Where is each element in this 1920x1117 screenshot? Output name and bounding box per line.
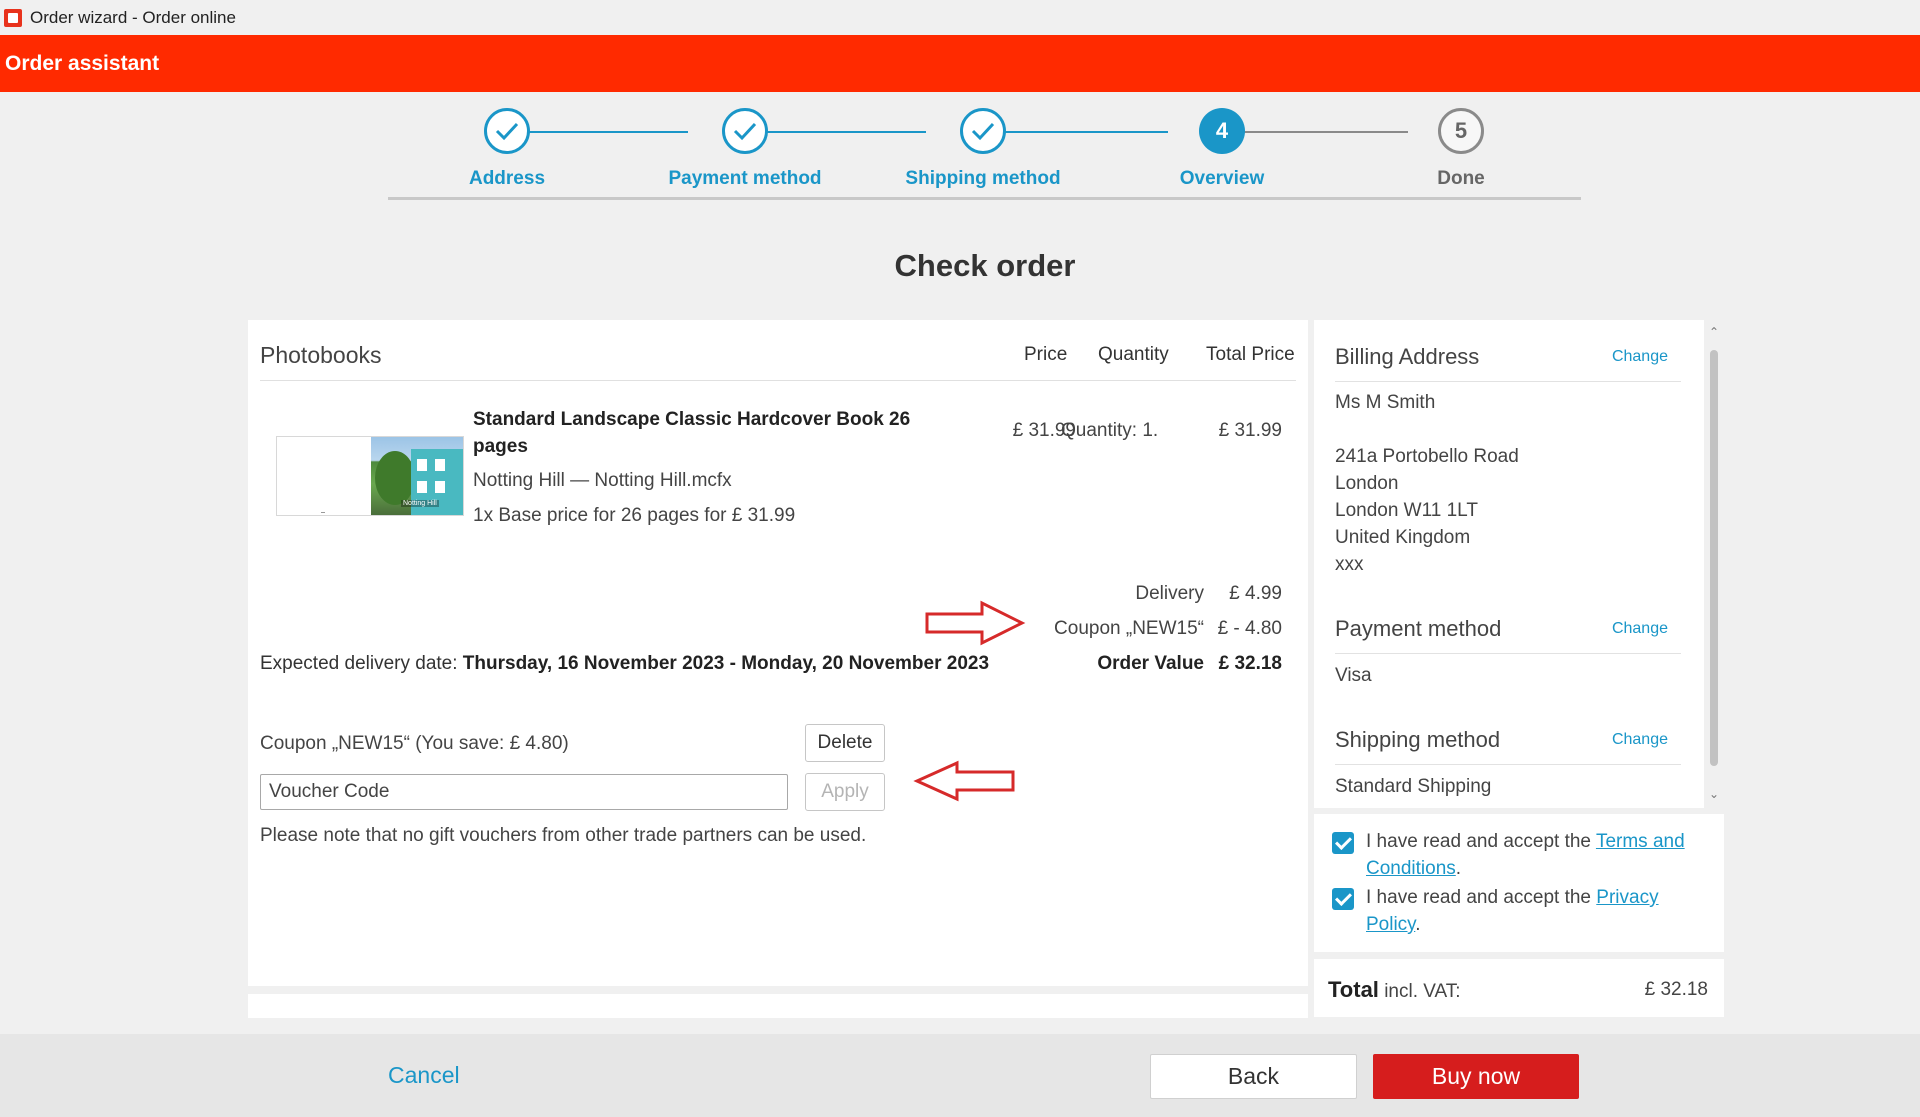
- product-total: £ 31.99: [1218, 420, 1282, 441]
- window-title: Order wizard - Order online: [30, 7, 236, 27]
- privacy-text: I have read and accept the Privacy Polic…: [1366, 884, 1706, 938]
- product-name: Standard Landscape Classic Hardcover Boo…: [473, 409, 911, 457]
- step-number: 5: [1438, 108, 1484, 154]
- applied-coupon: Coupon „NEW15“ (You save: £ 4.80): [260, 733, 569, 754]
- billing-name: Ms M Smith: [1335, 392, 1436, 413]
- order-panel-footer: [248, 994, 1308, 1018]
- divider: [1335, 381, 1681, 382]
- payment-title: Payment method: [1335, 616, 1502, 641]
- scroll-thumb[interactable]: [1710, 350, 1718, 766]
- order-panel: Photobooks Price Quantity Total Price No…: [248, 320, 1308, 986]
- thumbnail-caption: Notting Hill: [401, 500, 439, 507]
- change-payment-link[interactable]: Change: [1612, 620, 1668, 638]
- stepper-baseline: [388, 197, 1581, 200]
- column-header-quantity: Quantity: [1098, 344, 1169, 365]
- billing-extra: xxx: [1335, 554, 1364, 575]
- voucher-note: Please note that no gift vouchers from o…: [260, 825, 867, 846]
- total-label: Total incl. VAT:: [1328, 977, 1461, 1003]
- shipping-title: Shipping method: [1335, 727, 1501, 752]
- app-icon: [4, 8, 22, 27]
- coupon-value: £ - 4.80: [1217, 618, 1282, 639]
- column-header-total: Total Price: [1206, 344, 1295, 365]
- delivery-value: £ 4.99: [1229, 583, 1282, 604]
- delivery-label: Delivery: [1135, 583, 1204, 604]
- step-label: Shipping method: [905, 168, 1061, 189]
- cancel-link[interactable]: Cancel: [388, 1062, 460, 1089]
- step-payment-method[interactable]: Payment method: [645, 104, 845, 190]
- privacy-prefix: I have read and accept the: [1366, 887, 1591, 908]
- shipping-value: Standard Shipping: [1335, 776, 1492, 797]
- order-value: £ 32.18: [1218, 653, 1282, 674]
- order-value-label: Order Value: [1097, 653, 1204, 674]
- order-stepper: Address Payment method Shipping method 4…: [388, 104, 1581, 200]
- total-title: Total: [1328, 977, 1379, 1002]
- annotation-arrow-right-icon: [925, 600, 1026, 646]
- page-marker: [321, 512, 325, 513]
- divider: [1335, 764, 1681, 765]
- tree-shape: [375, 451, 415, 505]
- product-file: Notting Hill — Notting Hill.mcfx: [473, 470, 732, 491]
- total-suffix: incl. VAT:: [1384, 981, 1461, 1002]
- summary-panel[interactable]: Billing Address Change Ms M Smith 241a P…: [1314, 320, 1704, 808]
- step-address[interactable]: Address: [407, 104, 607, 190]
- terms-prefix: I have read and accept the: [1366, 831, 1591, 852]
- divider: [260, 380, 1296, 381]
- change-shipping-link[interactable]: Change: [1612, 731, 1668, 749]
- buy-now-button[interactable]: Buy now: [1373, 1054, 1579, 1099]
- privacy-suffix: .: [1415, 914, 1421, 935]
- app-name: Order assistant: [5, 51, 160, 75]
- app-header: Order assistant: [0, 35, 1920, 92]
- section-title: Photobooks: [260, 342, 382, 368]
- check-icon: [960, 108, 1006, 154]
- step-done: 5 Done: [1361, 104, 1561, 190]
- step-number: 4: [1199, 108, 1245, 154]
- product-base-price: 1x Base price for 26 pages for £ 31.99: [473, 505, 796, 526]
- billing-postcode: London W11 1LT: [1335, 500, 1478, 521]
- terms-panel: I have read and accept the Terms and Con…: [1314, 814, 1724, 952]
- product-quantity: Quantity: 1.: [1061, 420, 1159, 441]
- scroll-up-icon[interactable]: ⌃: [1708, 326, 1720, 338]
- step-label: Overview: [1179, 168, 1265, 189]
- delivery-dates: Thursday, 16 November 2023 - Monday, 20 …: [462, 653, 990, 674]
- total-panel: Total incl. VAT: £ 32.18: [1314, 959, 1724, 1017]
- terms-text: I have read and accept the Terms and Con…: [1366, 828, 1706, 882]
- footer-bar: Cancel Back Buy now: [0, 1034, 1920, 1117]
- privacy-checkbox[interactable]: [1332, 888, 1354, 910]
- step-label: Address: [468, 168, 546, 189]
- summary-scrollbar[interactable]: ⌃ ⌄: [1704, 320, 1724, 808]
- divider: [1335, 653, 1681, 654]
- delivery-date-label: Expected delivery date:: [260, 653, 458, 674]
- page-title: Check order: [894, 248, 1076, 283]
- annotation-arrow-left-icon: [913, 760, 1015, 802]
- product-thumbnail: Notting Hill: [276, 436, 464, 516]
- expected-delivery: Expected delivery date: Thursday, 16 Nov…: [260, 653, 989, 675]
- photo-image: Notting Hill: [371, 437, 463, 515]
- step-label: Payment method: [668, 168, 822, 189]
- terms-checkbox[interactable]: [1332, 832, 1354, 854]
- billing-title: Billing Address: [1335, 344, 1480, 369]
- billing-city: London: [1335, 473, 1399, 494]
- billing-country: United Kingdom: [1335, 527, 1471, 548]
- voucher-code-input[interactable]: [260, 774, 788, 810]
- step-overview: 4 Overview: [1122, 104, 1322, 190]
- check-icon: [484, 108, 530, 154]
- step-label: Done: [1437, 168, 1485, 189]
- total-value: £ 32.18: [1644, 979, 1708, 1000]
- column-header-price: Price: [1024, 344, 1068, 365]
- coupon-label: Coupon „NEW15“: [1054, 618, 1204, 639]
- apply-voucher-button[interactable]: Apply: [805, 773, 885, 811]
- step-shipping-method[interactable]: Shipping method: [883, 104, 1083, 190]
- change-billing-link[interactable]: Change: [1612, 348, 1668, 366]
- payment-value: Visa: [1335, 665, 1372, 686]
- delete-coupon-button[interactable]: Delete: [805, 724, 885, 762]
- scroll-down-icon[interactable]: ⌄: [1708, 788, 1720, 800]
- terms-suffix: .: [1455, 858, 1462, 879]
- billing-street: 241a Portobello Road: [1335, 446, 1519, 467]
- window-titlebar: Order wizard - Order online: [0, 0, 1920, 35]
- check-icon: [722, 108, 768, 154]
- back-button[interactable]: Back: [1150, 1054, 1357, 1099]
